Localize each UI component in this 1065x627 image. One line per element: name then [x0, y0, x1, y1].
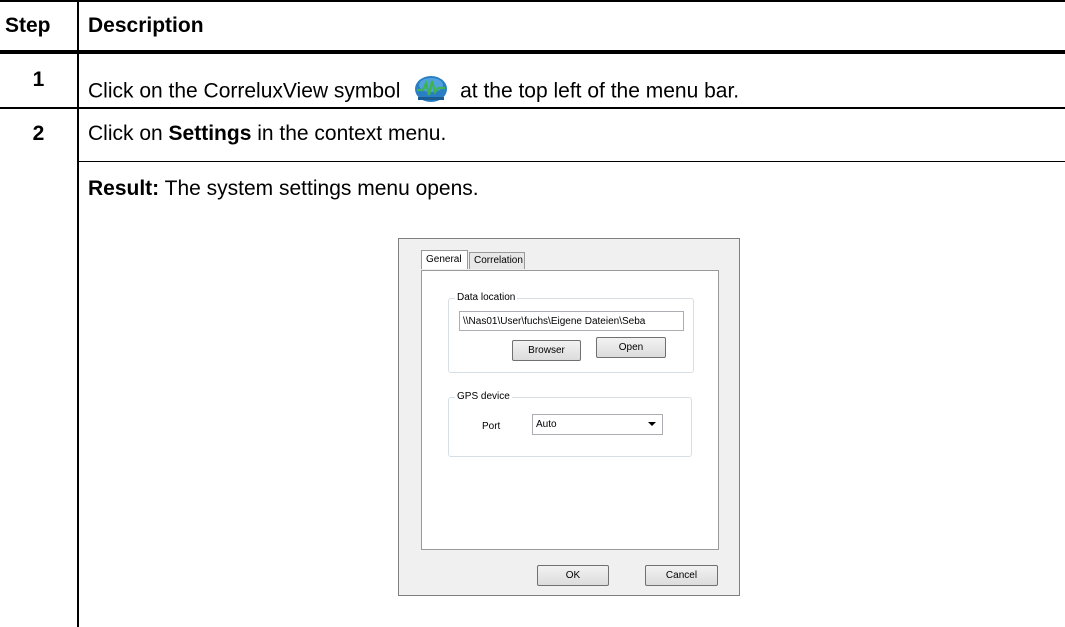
table-top-rule	[0, 0, 1065, 2]
row1-description: Click on the CorreluxView symbol at the …	[88, 75, 740, 106]
row1-bottom-rule	[0, 107, 1065, 109]
result-bold: Result:	[88, 177, 160, 200]
header-bottom-rule	[0, 50, 1065, 54]
column-divider	[77, 2, 79, 627]
data-location-path-field[interactable]: \\Nas01\User\fuchs\Eigene Dateien\Seba	[459, 311, 684, 331]
tab-general[interactable]: General	[421, 250, 468, 269]
header-description: Description	[88, 14, 204, 37]
row2-text-after: in the context menu.	[251, 122, 447, 145]
row2-bottom-rule	[77, 161, 1065, 162]
cancel-button[interactable]: Cancel	[645, 565, 718, 586]
data-location-title: Data location	[455, 292, 518, 303]
port-value: Auto	[536, 419, 557, 430]
open-button[interactable]: Open	[596, 337, 666, 358]
settings-dialog: General Correlation Data location \\Nas0…	[398, 238, 740, 596]
ok-button[interactable]: OK	[537, 565, 609, 586]
header-step: Step	[5, 14, 51, 37]
gps-device-title: GPS device	[455, 391, 512, 402]
browser-button[interactable]: Browser	[512, 340, 581, 361]
correluxview-icon	[414, 75, 448, 103]
row2-description: Click on Settings in the context menu.	[88, 122, 446, 146]
gps-device-group: GPS device Port Auto	[448, 391, 692, 457]
data-location-group: Data location \\Nas01\User\fuchs\Eigene …	[448, 292, 694, 373]
row1-text-before: Click on the CorreluxView symbol	[88, 79, 401, 103]
general-tab-page: Data location \\Nas01\User\fuchs\Eigene …	[421, 270, 719, 550]
row1-text-after: at the top left of the menu bar.	[460, 79, 740, 103]
port-dropdown[interactable]: Auto	[532, 414, 663, 435]
row2-text-before: Click on	[88, 122, 169, 145]
result-description: Result: The system settings menu opens.	[88, 177, 479, 201]
port-label: Port	[482, 421, 501, 432]
step-number: 1	[32, 68, 45, 91]
tab-correlation[interactable]: Correlation	[469, 252, 525, 269]
chevron-down-icon	[648, 422, 656, 426]
settings-bold: Settings	[168, 122, 252, 145]
step-number: 2	[32, 122, 45, 145]
result-text: The system settings menu opens.	[159, 177, 479, 200]
